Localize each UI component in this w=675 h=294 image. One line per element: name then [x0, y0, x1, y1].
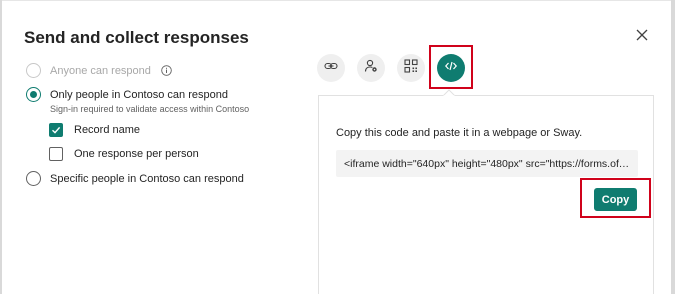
close-icon[interactable]	[634, 27, 650, 43]
option-one-response[interactable]: One response per person	[49, 147, 199, 161]
one-response-checkbox[interactable]	[49, 147, 63, 161]
embed-instruction: Copy this code and paste it in a webpage…	[336, 127, 583, 139]
option-only-people[interactable]: Only people in Contoso can respond	[26, 87, 228, 102]
embed-highlight-box	[429, 45, 473, 89]
one-response-label: One response per person	[74, 148, 199, 160]
option-record-name[interactable]: Record name	[49, 123, 140, 137]
share-people-button[interactable]	[357, 54, 385, 82]
embed-code-field[interactable]: <iframe width="640px" height="480px" src…	[336, 150, 638, 177]
share-link-button[interactable]	[317, 54, 345, 82]
qr-code-icon	[404, 58, 418, 78]
link-icon	[324, 59, 338, 78]
panel-caret	[443, 89, 455, 96]
only-people-label: Only people in Contoso can respond	[50, 88, 228, 101]
person-settings-icon	[364, 59, 378, 78]
option-anyone[interactable]: Anyone can respond	[26, 63, 172, 78]
copy-highlight-box	[580, 178, 651, 218]
specific-people-label: Specific people in Contoso can respond	[50, 172, 244, 185]
record-name-checkbox[interactable]	[49, 123, 63, 137]
only-people-sublabel: Sign-in required to validate access with…	[50, 104, 250, 114]
anyone-radio[interactable]	[26, 63, 41, 78]
dialog-title: Send and collect responses	[24, 28, 249, 47]
anyone-label: Anyone can respond	[50, 64, 151, 77]
only-people-radio[interactable]	[26, 87, 41, 102]
share-qr-button[interactable]	[397, 54, 425, 82]
specific-people-radio[interactable]	[26, 171, 41, 186]
option-specific-people[interactable]: Specific people in Contoso can respond	[26, 171, 244, 186]
record-name-label: Record name	[74, 124, 141, 136]
info-icon[interactable]	[161, 65, 172, 76]
send-collect-dialog: Send and collect responses Anyone can re…	[2, 0, 671, 294]
